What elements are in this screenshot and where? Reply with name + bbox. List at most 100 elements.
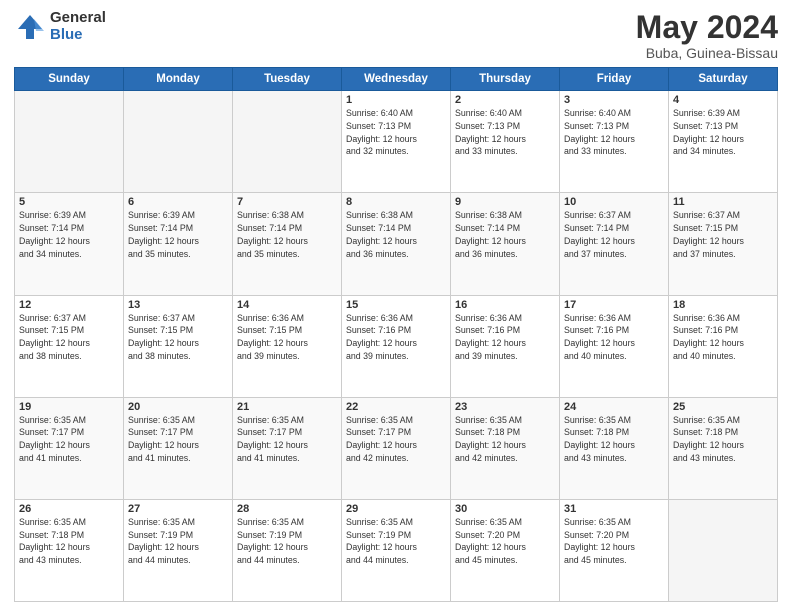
- table-row: [15, 91, 124, 193]
- table-row: 4Sunrise: 6:39 AM Sunset: 7:13 PM Daylig…: [669, 91, 778, 193]
- calendar-table: Sunday Monday Tuesday Wednesday Thursday…: [14, 67, 778, 602]
- day-number: 4: [673, 94, 773, 106]
- table-row: 20Sunrise: 6:35 AM Sunset: 7:17 PM Dayli…: [124, 397, 233, 499]
- table-row: 17Sunrise: 6:36 AM Sunset: 7:16 PM Dayli…: [560, 295, 669, 397]
- table-row: 25Sunrise: 6:35 AM Sunset: 7:18 PM Dayli…: [669, 397, 778, 499]
- logo: General Blue: [14, 10, 106, 43]
- day-number: 25: [673, 401, 773, 413]
- table-row: 31Sunrise: 6:35 AM Sunset: 7:20 PM Dayli…: [560, 499, 669, 601]
- day-number: 8: [346, 196, 446, 208]
- day-number: 31: [564, 503, 664, 515]
- calendar-header-row: Sunday Monday Tuesday Wednesday Thursday…: [15, 68, 778, 91]
- day-number: 29: [346, 503, 446, 515]
- day-number: 7: [237, 196, 337, 208]
- day-number: 18: [673, 299, 773, 311]
- day-number: 13: [128, 299, 228, 311]
- table-row: 24Sunrise: 6:35 AM Sunset: 7:18 PM Dayli…: [560, 397, 669, 499]
- title-location: Buba, Guinea-Bissau: [636, 45, 778, 61]
- day-number: 16: [455, 299, 555, 311]
- table-row: 3Sunrise: 6:40 AM Sunset: 7:13 PM Daylig…: [560, 91, 669, 193]
- table-row: 10Sunrise: 6:37 AM Sunset: 7:14 PM Dayli…: [560, 193, 669, 295]
- day-info: Sunrise: 6:35 AM Sunset: 7:19 PM Dayligh…: [128, 516, 228, 567]
- table-row: 19Sunrise: 6:35 AM Sunset: 7:17 PM Dayli…: [15, 397, 124, 499]
- day-info: Sunrise: 6:39 AM Sunset: 7:14 PM Dayligh…: [19, 209, 119, 260]
- table-row: 16Sunrise: 6:36 AM Sunset: 7:16 PM Dayli…: [451, 295, 560, 397]
- title-block: May 2024 Buba, Guinea-Bissau: [636, 10, 778, 61]
- calendar-week-row: 12Sunrise: 6:37 AM Sunset: 7:15 PM Dayli…: [15, 295, 778, 397]
- table-row: 7Sunrise: 6:38 AM Sunset: 7:14 PM Daylig…: [233, 193, 342, 295]
- day-info: Sunrise: 6:35 AM Sunset: 7:18 PM Dayligh…: [673, 414, 773, 465]
- day-info: Sunrise: 6:35 AM Sunset: 7:18 PM Dayligh…: [455, 414, 555, 465]
- day-info: Sunrise: 6:35 AM Sunset: 7:17 PM Dayligh…: [237, 414, 337, 465]
- title-month: May 2024: [636, 10, 778, 45]
- day-number: 26: [19, 503, 119, 515]
- day-info: Sunrise: 6:35 AM Sunset: 7:18 PM Dayligh…: [19, 516, 119, 567]
- day-number: 5: [19, 196, 119, 208]
- col-thursday: Thursday: [451, 68, 560, 91]
- day-info: Sunrise: 6:35 AM Sunset: 7:18 PM Dayligh…: [564, 414, 664, 465]
- day-number: 22: [346, 401, 446, 413]
- day-number: 21: [237, 401, 337, 413]
- day-number: 3: [564, 94, 664, 106]
- table-row: [233, 91, 342, 193]
- day-info: Sunrise: 6:40 AM Sunset: 7:13 PM Dayligh…: [455, 107, 555, 158]
- day-number: 15: [346, 299, 446, 311]
- table-row: 23Sunrise: 6:35 AM Sunset: 7:18 PM Dayli…: [451, 397, 560, 499]
- day-info: Sunrise: 6:40 AM Sunset: 7:13 PM Dayligh…: [564, 107, 664, 158]
- table-row: 28Sunrise: 6:35 AM Sunset: 7:19 PM Dayli…: [233, 499, 342, 601]
- table-row: 27Sunrise: 6:35 AM Sunset: 7:19 PM Dayli…: [124, 499, 233, 601]
- day-info: Sunrise: 6:35 AM Sunset: 7:19 PM Dayligh…: [237, 516, 337, 567]
- day-info: Sunrise: 6:39 AM Sunset: 7:13 PM Dayligh…: [673, 107, 773, 158]
- day-number: 6: [128, 196, 228, 208]
- table-row: 14Sunrise: 6:36 AM Sunset: 7:15 PM Dayli…: [233, 295, 342, 397]
- table-row: 9Sunrise: 6:38 AM Sunset: 7:14 PM Daylig…: [451, 193, 560, 295]
- day-info: Sunrise: 6:36 AM Sunset: 7:16 PM Dayligh…: [346, 312, 446, 363]
- logo-general-text: General: [50, 10, 106, 27]
- col-sunday: Sunday: [15, 68, 124, 91]
- table-row: [124, 91, 233, 193]
- day-number: 14: [237, 299, 337, 311]
- day-info: Sunrise: 6:37 AM Sunset: 7:14 PM Dayligh…: [564, 209, 664, 260]
- table-row: 21Sunrise: 6:35 AM Sunset: 7:17 PM Dayli…: [233, 397, 342, 499]
- table-row: 6Sunrise: 6:39 AM Sunset: 7:14 PM Daylig…: [124, 193, 233, 295]
- col-saturday: Saturday: [669, 68, 778, 91]
- day-number: 28: [237, 503, 337, 515]
- day-info: Sunrise: 6:36 AM Sunset: 7:16 PM Dayligh…: [673, 312, 773, 363]
- day-number: 10: [564, 196, 664, 208]
- table-row: 12Sunrise: 6:37 AM Sunset: 7:15 PM Dayli…: [15, 295, 124, 397]
- day-number: 2: [455, 94, 555, 106]
- day-number: 9: [455, 196, 555, 208]
- table-row: 22Sunrise: 6:35 AM Sunset: 7:17 PM Dayli…: [342, 397, 451, 499]
- day-info: Sunrise: 6:35 AM Sunset: 7:17 PM Dayligh…: [128, 414, 228, 465]
- header: General Blue May 2024 Buba, Guinea-Bissa…: [14, 10, 778, 61]
- col-wednesday: Wednesday: [342, 68, 451, 91]
- table-row: 11Sunrise: 6:37 AM Sunset: 7:15 PM Dayli…: [669, 193, 778, 295]
- day-number: 27: [128, 503, 228, 515]
- table-row: 2Sunrise: 6:40 AM Sunset: 7:13 PM Daylig…: [451, 91, 560, 193]
- day-info: Sunrise: 6:37 AM Sunset: 7:15 PM Dayligh…: [673, 209, 773, 260]
- table-row: [669, 499, 778, 601]
- calendar-week-row: 26Sunrise: 6:35 AM Sunset: 7:18 PM Dayli…: [15, 499, 778, 601]
- day-info: Sunrise: 6:39 AM Sunset: 7:14 PM Dayligh…: [128, 209, 228, 260]
- day-info: Sunrise: 6:38 AM Sunset: 7:14 PM Dayligh…: [455, 209, 555, 260]
- day-info: Sunrise: 6:38 AM Sunset: 7:14 PM Dayligh…: [346, 209, 446, 260]
- calendar-week-row: 1 Sunrise: 6:40 AM Sunset: 7:13 PM Daylig…: [15, 91, 778, 193]
- calendar-week-row: 19 Sunrise: 6:35 AM Sunset: 7:17 PM Dayli…: [15, 397, 778, 499]
- col-monday: Monday: [124, 68, 233, 91]
- logo-text: General Blue: [50, 10, 106, 43]
- day-number: 17: [564, 299, 664, 311]
- day-info: Sunrise: 6:36 AM Sunset: 7:16 PM Dayligh…: [455, 312, 555, 363]
- day-number: 1: [346, 94, 446, 106]
- day-info: Sunrise: 6:35 AM Sunset: 7:17 PM Dayligh…: [346, 414, 446, 465]
- logo-blue-text: Blue: [50, 27, 106, 44]
- day-info: Sunrise: 6:37 AM Sunset: 7:15 PM Dayligh…: [128, 312, 228, 363]
- col-tuesday: Tuesday: [233, 68, 342, 91]
- day-info: Sunrise: 6:35 AM Sunset: 7:20 PM Dayligh…: [455, 516, 555, 567]
- calendar-week-row: 5Sunrise: 6:39 AM Sunset: 7:14 PM Daylig…: [15, 193, 778, 295]
- table-row: 8Sunrise: 6:38 AM Sunset: 7:14 PM Daylig…: [342, 193, 451, 295]
- table-row: 29Sunrise: 6:35 AM Sunset: 7:19 PM Dayli…: [342, 499, 451, 601]
- table-row: 13Sunrise: 6:37 AM Sunset: 7:15 PM Dayli…: [124, 295, 233, 397]
- day-number: 19: [19, 401, 119, 413]
- day-number: 11: [673, 196, 773, 208]
- table-row: 15Sunrise: 6:36 AM Sunset: 7:16 PM Dayli…: [342, 295, 451, 397]
